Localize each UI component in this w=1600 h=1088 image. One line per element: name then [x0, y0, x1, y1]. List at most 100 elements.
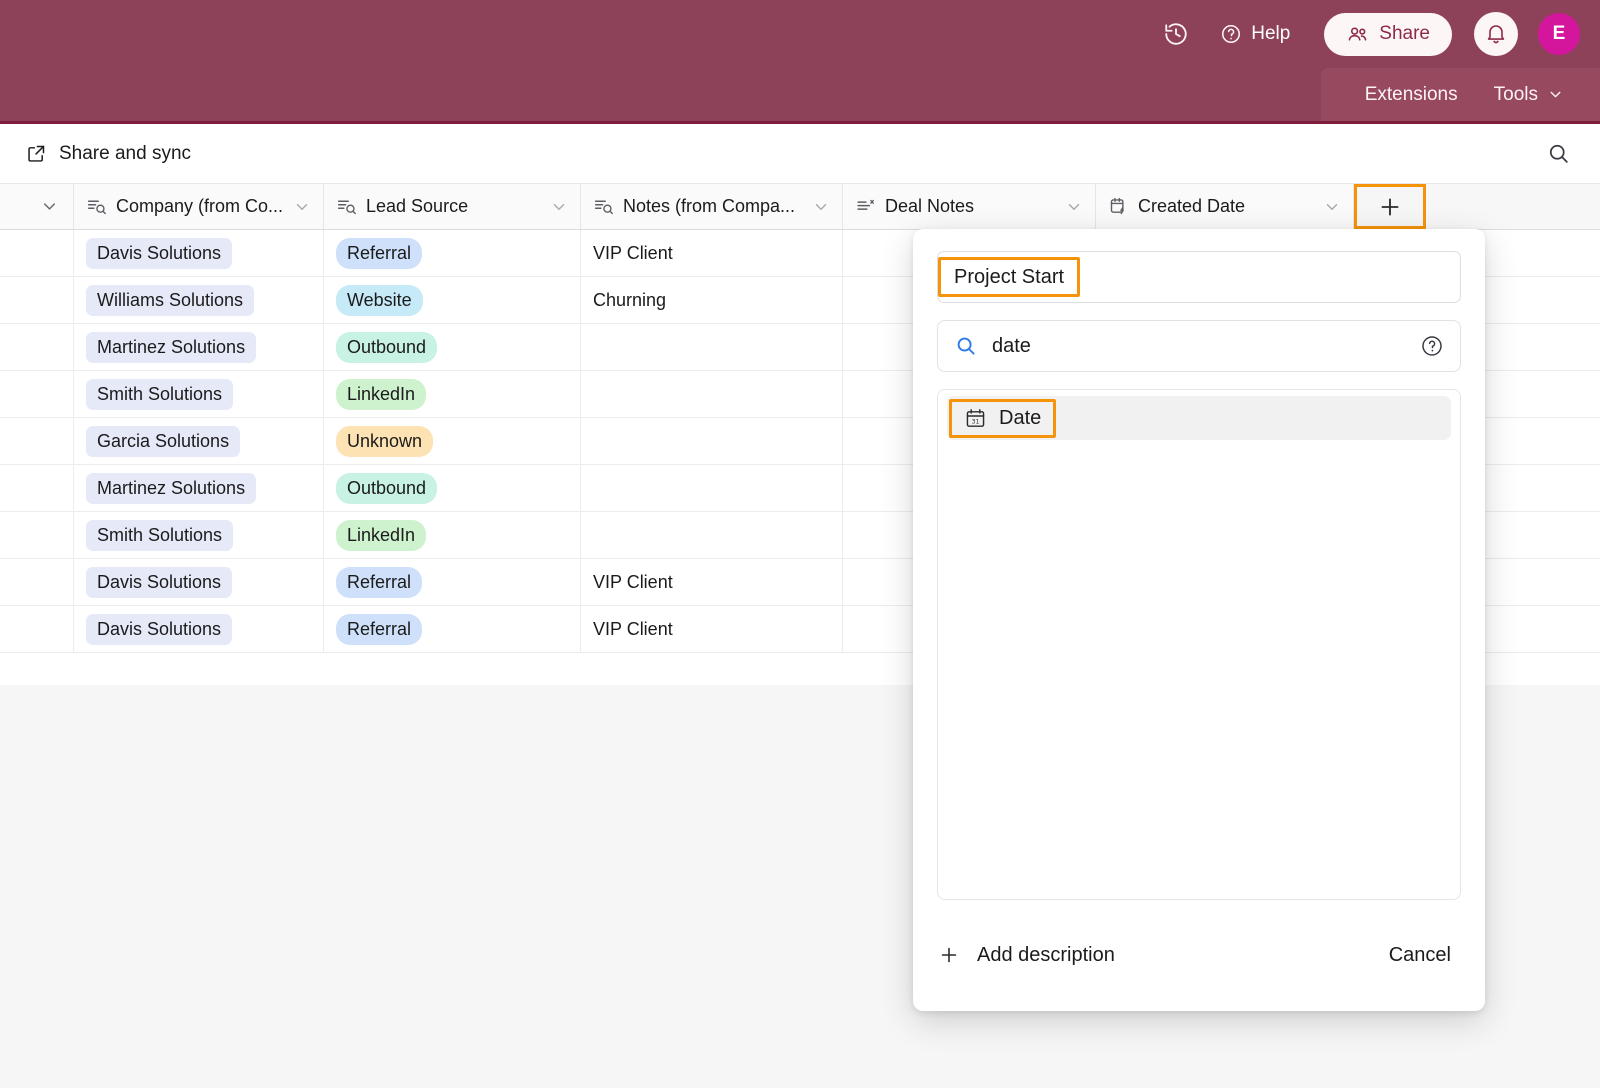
field-type-option-date[interactable]: 31 Date [947, 396, 1451, 440]
cell-notes[interactable] [581, 465, 843, 511]
cancel-button[interactable]: Cancel [1379, 938, 1461, 973]
cell-company[interactable]: Smith Solutions [74, 371, 324, 417]
field-name-input[interactable]: Project Start [937, 251, 1461, 303]
column-header-lead-source[interactable]: Lead Source [324, 184, 581, 229]
row-control-cell[interactable] [0, 465, 74, 511]
cell-company[interactable]: Davis Solutions [74, 559, 324, 605]
row-control-cell[interactable] [0, 606, 74, 652]
row-control-cell[interactable] [0, 371, 74, 417]
search-icon[interactable] [1542, 138, 1574, 170]
cell-lead-source[interactable]: Referral [324, 230, 581, 276]
cell-lead-source[interactable]: LinkedIn [324, 512, 581, 558]
share-button[interactable]: Share [1324, 12, 1452, 56]
cell-lead-source[interactable]: Outbound [324, 324, 581, 370]
cell-notes[interactable]: VIP Client [581, 606, 843, 652]
question-circle-icon[interactable] [1420, 334, 1444, 358]
view-toolbar: Share and sync [0, 124, 1600, 184]
lead-source-chip: Referral [336, 566, 423, 598]
create-field-popup: Project Start date 31 Date Add descripti… [913, 229, 1485, 1011]
field-type-option-highlight: 31 Date [949, 398, 1057, 438]
column-header-label: Notes (from Compa... [623, 196, 796, 216]
cell-lead-source[interactable]: Referral [324, 606, 581, 652]
chevron-down-icon [815, 203, 827, 210]
chevron-down-icon [1068, 203, 1080, 210]
company-chip: Davis Solutions [86, 237, 233, 269]
tools-button[interactable]: Tools [1476, 84, 1582, 106]
avatar[interactable]: E [1536, 11, 1582, 57]
top-bar-actions: Help Share E [1154, 11, 1600, 57]
cell-company[interactable]: Garcia Solutions [74, 418, 324, 464]
company-chip: Smith Solutions [86, 519, 234, 551]
row-control-cell[interactable] [0, 512, 74, 558]
cell-notes[interactable] [581, 371, 843, 417]
lead-source-chip: Outbound [336, 472, 438, 504]
help-button[interactable]: Help [1208, 17, 1302, 51]
cell-company[interactable]: Davis Solutions [74, 230, 324, 276]
svg-text:31: 31 [972, 418, 980, 425]
history-icon[interactable] [1154, 12, 1198, 56]
grid-header-row: Company (from Co... Lead Source Notes (f… [0, 183, 1600, 230]
extensions-label: Extensions [1364, 83, 1458, 105]
people-icon [1348, 26, 1367, 41]
cell-lead-source[interactable]: LinkedIn [324, 371, 581, 417]
row-control-cell[interactable] [0, 418, 74, 464]
bell-icon [1487, 25, 1505, 44]
cell-notes[interactable]: VIP Client [581, 230, 843, 276]
cell-company[interactable]: Martinez Solutions [74, 324, 324, 370]
column-header-label: Deal Notes [885, 196, 975, 216]
cell-company[interactable]: Martinez Solutions [74, 465, 324, 511]
row-control-cell[interactable] [0, 559, 74, 605]
column-header-label: Company (from Co... [116, 196, 284, 216]
cell-company[interactable]: Williams Solutions [74, 277, 324, 323]
row-control-cell[interactable] [0, 324, 74, 370]
lead-source-chip: Referral [336, 613, 423, 645]
row-control-cell[interactable] [0, 277, 74, 323]
lead-source-chip: Outbound [336, 331, 438, 363]
cell-notes[interactable]: Churning [581, 277, 843, 323]
long-text-icon [857, 199, 874, 210]
lead-source-chip: LinkedIn [336, 378, 427, 410]
add-description-button[interactable]: Add description [937, 943, 1115, 967]
secondary-toolbar: Extensions Tools [0, 68, 1600, 124]
created-time-icon [1110, 197, 1124, 215]
popup-footer: Add description Cancel [937, 899, 1461, 1011]
lookup-icon [337, 200, 356, 215]
cell-notes[interactable] [581, 324, 843, 370]
cell-notes[interactable] [581, 418, 843, 464]
share-and-sync-label: Share and sync [59, 142, 192, 164]
column-header-created-date[interactable]: Created Date [1096, 184, 1354, 229]
cell-lead-source[interactable]: Website [324, 277, 581, 323]
column-header-deal-notes[interactable]: Deal Notes [843, 184, 1096, 229]
cell-notes[interactable]: VIP Client [581, 559, 843, 605]
plus-icon [941, 947, 957, 963]
cancel-label: Cancel [1388, 943, 1451, 966]
add-column-button[interactable] [1354, 184, 1426, 229]
row-select-header[interactable] [0, 184, 74, 229]
field-type-search-input[interactable]: date [937, 320, 1461, 372]
grid-header-filler [1426, 184, 1600, 229]
field-name-value: Project Start [938, 257, 1081, 297]
share-label: Share [1379, 23, 1430, 44]
cell-company[interactable]: Smith Solutions [74, 512, 324, 558]
cell-lead-source[interactable]: Referral [324, 559, 581, 605]
chevron-down-icon [553, 203, 565, 210]
cell-notes[interactable] [581, 512, 843, 558]
chevron-down-icon [43, 203, 56, 210]
lead-source-chip: Unknown [336, 425, 434, 457]
cell-lead-source[interactable]: Outbound [324, 465, 581, 511]
calendar-icon: 31 [966, 408, 985, 427]
lookup-icon [87, 200, 106, 215]
column-header-notes[interactable]: Notes (from Compa... [581, 184, 843, 229]
top-bar: Help Share E [0, 0, 1600, 68]
cell-company[interactable]: Davis Solutions [74, 606, 324, 652]
question-circle-icon [1222, 24, 1241, 44]
company-chip: Williams Solutions [86, 284, 255, 316]
share-and-sync-button[interactable]: Share and sync [26, 143, 191, 165]
company-chip: Martinez Solutions [86, 331, 257, 363]
chevron-down-icon [296, 203, 308, 210]
cell-lead-source[interactable]: Unknown [324, 418, 581, 464]
row-control-cell[interactable] [0, 230, 74, 276]
column-header-company[interactable]: Company (from Co... [74, 184, 324, 229]
notifications-button[interactable] [1474, 12, 1518, 56]
extensions-button[interactable]: Extensions [1347, 84, 1476, 106]
